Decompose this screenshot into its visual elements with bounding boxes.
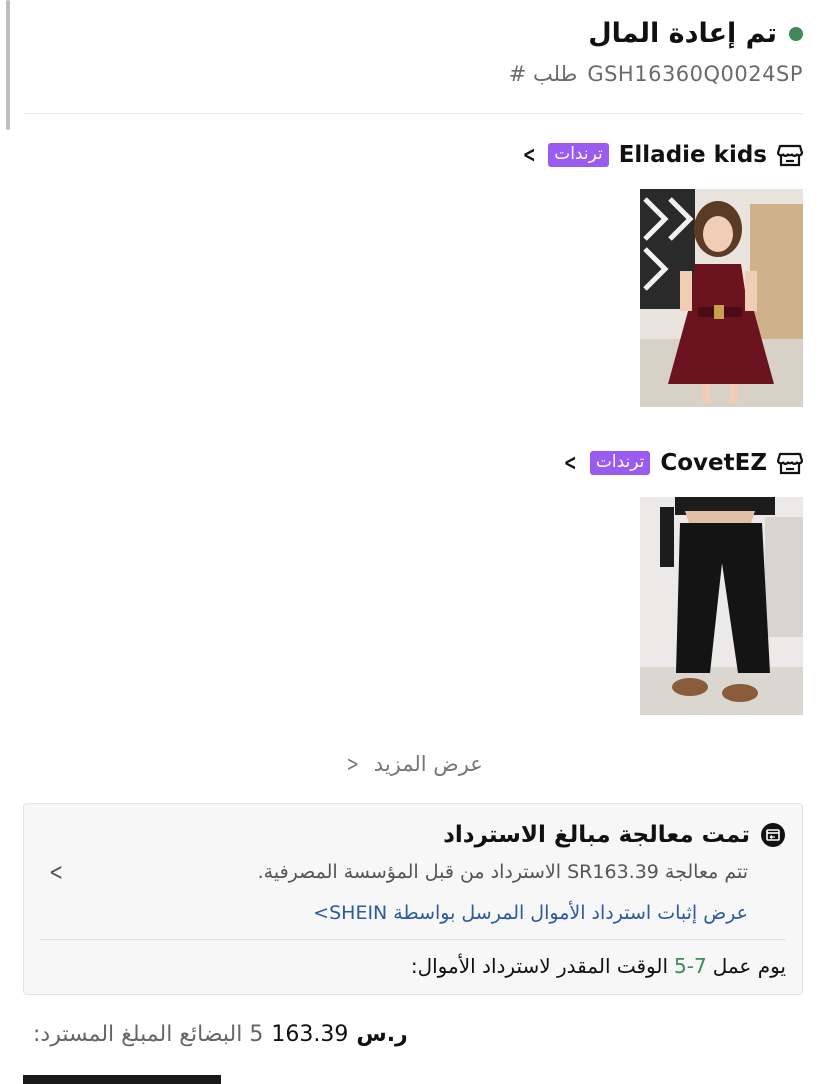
chevron-left-icon[interactable]: < <box>49 858 63 886</box>
card-divider <box>40 939 786 940</box>
bottom-button[interactable] <box>23 1075 221 1084</box>
refund-status-card[interactable]: تمت معالجة مبالغ الاسترداد تتم معالجة SR… <box>23 803 803 995</box>
trend-badge: ترندات <box>548 143 609 167</box>
eta-days: 5-7 <box>674 954 707 978</box>
refund-summary: 5 البضائع المبلغ المسترد: 163.39 ر.س <box>33 1022 408 1047</box>
chevron-left-icon[interactable]: < <box>523 143 536 168</box>
refund-title: تمت معالجة مبالغ الاسترداد <box>443 822 750 848</box>
order-header: تم إعادة المال طلب # GSH16360Q0024SP <box>24 14 803 114</box>
store-name[interactable]: CovetEZ <box>660 450 767 476</box>
product-image-pants[interactable] <box>640 497 803 715</box>
show-more-link[interactable]: عرض المزيد < <box>0 752 827 776</box>
trend-badge: ترندات <box>589 451 651 475</box>
status-title: تم إعادة المال <box>588 18 777 49</box>
eta-label: الوقت المقدر لاسترداد الأموال: <box>410 954 669 978</box>
store-icon <box>777 452 803 475</box>
dress-photo <box>640 189 803 407</box>
order-label: طلب # <box>508 62 578 86</box>
store-icon <box>777 144 803 167</box>
chevron-left-icon: < <box>346 752 360 776</box>
status-row: تم إعادة المال <box>588 18 803 49</box>
order-id-row: طلب # GSH16360Q0024SP <box>509 62 803 86</box>
order-number[interactable]: GSH16360Q0024SP <box>587 62 803 86</box>
refund-proof-link[interactable]: عرض إثبات استرداد الأموال المرسل بواسطة … <box>313 902 748 924</box>
refund-description: تتم معالجة SR163.39 الاسترداد من قبل الم… <box>257 861 748 883</box>
chevron-left-icon[interactable]: < <box>564 451 577 476</box>
refund-eta: الوقت المقدر لاسترداد الأموال: 5-7 يوم ع… <box>411 954 786 978</box>
status-dot-icon <box>789 26 803 41</box>
store-row-coveteZ[interactable]: CovetEZ ترندات < <box>561 450 803 476</box>
pants-photo <box>640 497 803 715</box>
refund-header: تمت معالجة مبالغ الاسترداد <box>443 822 786 848</box>
summary-label: 5 البضائع المبلغ المسترد: <box>33 1022 264 1047</box>
show-more-label: عرض المزيد <box>373 752 483 776</box>
product-image-dress[interactable] <box>640 189 803 407</box>
store-row-elladie-kids[interactable]: Elladie kids ترندات < <box>520 142 803 168</box>
eta-unit: يوم عمل <box>712 954 786 978</box>
scroll-indicator[interactable] <box>6 0 10 130</box>
currency-symbol: ر.س <box>356 1022 408 1047</box>
store-name[interactable]: Elladie kids <box>619 142 767 168</box>
summary-amount: 163.39 <box>271 1022 349 1047</box>
refund-icon <box>761 823 785 847</box>
